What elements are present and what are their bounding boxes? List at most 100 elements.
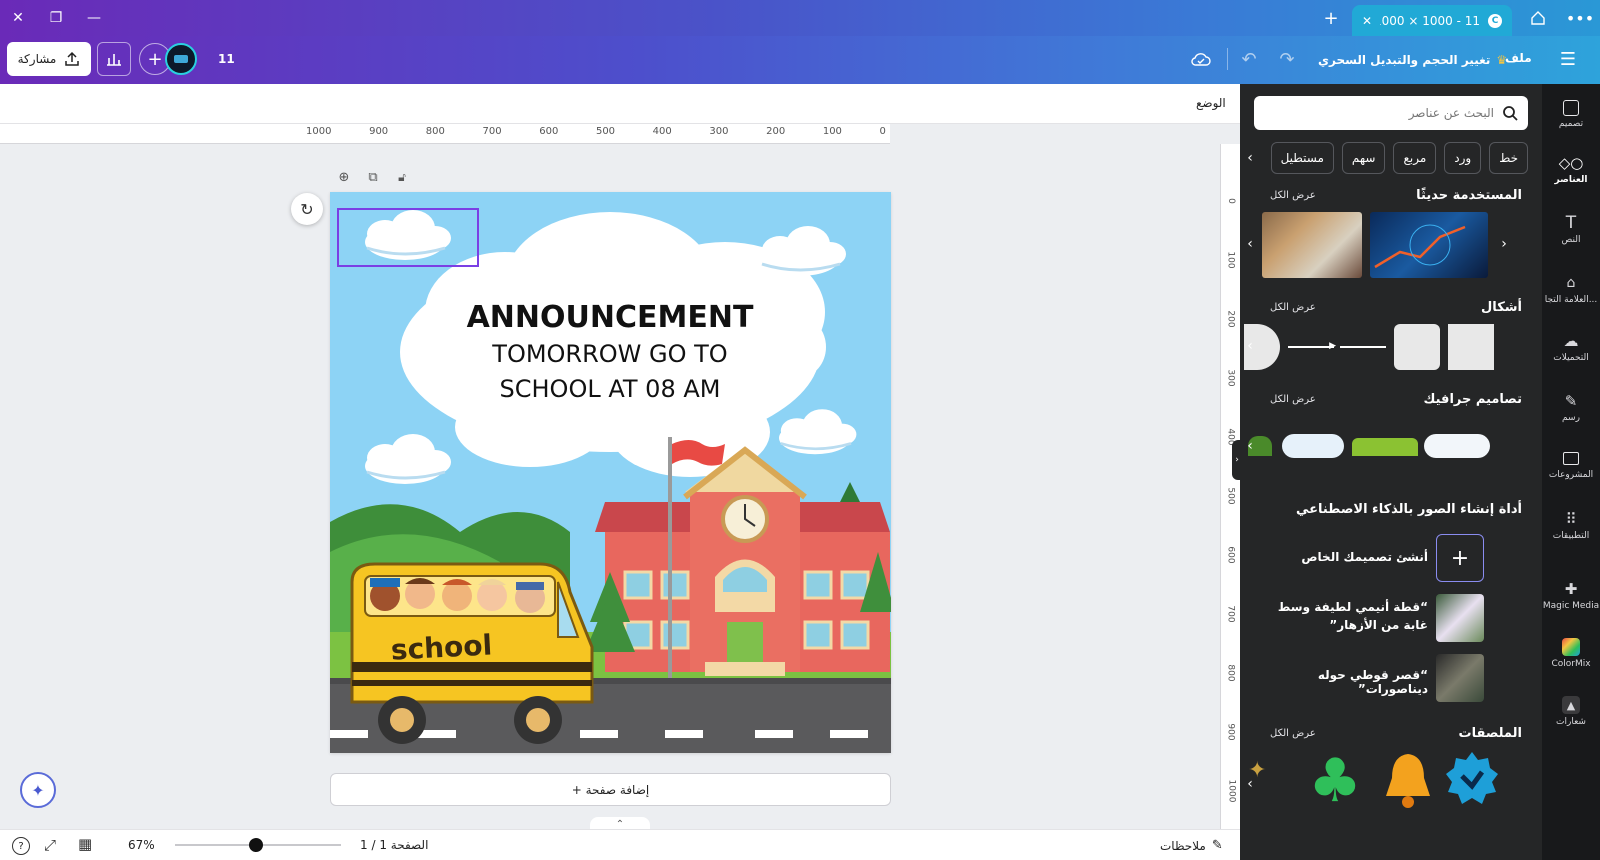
rail-item-design[interactable]: تصميم [1542,100,1600,129]
chip-arrow[interactable]: سهم [1341,142,1386,174]
close-window-icon[interactable]: ✕ [0,0,36,36]
see-all-shapes[interactable]: عرض الكل [1270,302,1316,313]
minimize-window-icon[interactable]: — [76,0,112,36]
home-icon[interactable] [1520,0,1556,36]
duplicate-page-icon[interactable]: ⧉ [364,168,382,186]
active-tab[interactable]: C 11 - 1000 × 1000 بي... ✕ [1352,5,1512,36]
graphic-cloud-1[interactable] [1282,434,1344,458]
rail-item-logos[interactable]: ▲ شعارات [1542,696,1600,727]
rail-item-uploads[interactable]: ☁ التحميلات [1542,332,1600,363]
rail-item-magic-media[interactable]: ✚ Magic Media [1542,580,1600,611]
graphics-prev-icon[interactable]: ‹ [1240,434,1260,458]
rail-item-brand[interactable]: ⌂ العلامة التجا... [1542,274,1600,305]
shape-rounded-square[interactable] [1394,324,1440,370]
ruler-tick: 400 [652,126,672,137]
search-icon [1503,106,1518,121]
more-options-icon[interactable]: ••• [1562,0,1598,36]
recent-item-finance[interactable] [1370,212,1488,278]
rail-label: العلامة التجا... [1544,295,1598,305]
recent-prev-icon[interactable]: ‹ [1240,232,1260,256]
zoom-level[interactable]: 67% [128,838,155,852]
avatar[interactable] [165,43,197,75]
sticker-clover[interactable]: ♣ [1300,746,1370,816]
fullscreen-icon[interactable]: ⤢ [44,836,56,854]
see-all-graphics[interactable]: عرض الكل [1270,394,1316,405]
shape-square[interactable] [1448,324,1494,370]
layout-icon [1563,100,1579,116]
rail-item-draw[interactable]: ✎ رسم [1542,392,1600,423]
ai-prompt-1[interactable]: “قطة أنيمي لطيفة وسط غابة من الأزهار” [1260,598,1428,634]
insights-button[interactable] [97,42,131,76]
collapse-panel-icon[interactable]: › [1232,440,1242,480]
chip-line[interactable]: خط [1489,142,1528,174]
ruler-tick: 500 [1226,487,1236,505]
ai-prompt-1-thumb[interactable] [1436,594,1484,642]
share-button[interactable]: مشاركة [7,42,91,76]
design-canvas[interactable]: ANNOUNCEMENT TOMORROW GO TO SCHOOL AT 08… [330,192,891,753]
chip-square[interactable]: مربع [1393,142,1437,174]
main-menu-icon[interactable]: ☰ [1556,47,1580,71]
rail-item-text[interactable]: T النص [1542,214,1600,245]
ai-prompt-2-thumb[interactable] [1436,654,1484,702]
rail-item-apps[interactable]: ⠿ التطبيقات [1542,510,1600,541]
see-all-stickers[interactable]: عرض الكل [1270,728,1316,739]
see-all-recent[interactable]: عرض الكل [1270,190,1316,201]
cloud-saved-icon[interactable] [1188,46,1214,72]
rail-item-projects[interactable]: المشروعات [1542,450,1600,480]
horizontal-ruler: 1000 900 800 700 600 500 400 300 200 100… [0,124,890,144]
ai-prompt-2[interactable]: “قصر قوطي حوله ديناصورات” [1260,668,1428,696]
chips-next-icon[interactable]: ‹ [1240,146,1260,170]
grid-view-icon[interactable]: ▦ [78,835,92,853]
ruler-tick: 300 [1226,369,1236,387]
rail-item-colormix[interactable]: ColorMix [1542,638,1600,669]
stickers-section-header: الملصقات عرض الكل [1240,726,1542,746]
recent-next-icon[interactable]: › [1494,232,1514,256]
sticker-bell[interactable] [1380,748,1436,810]
editor-footer: ? ⤢ ▦ 67% الصفحة 1 / 1 ملاحظات ✎ [0,829,1240,860]
cloud-decoration [758,224,848,278]
shape-arrow[interactable]: ▶ [1288,341,1336,351]
text-icon: T [1565,214,1577,233]
graphic-grass[interactable] [1352,438,1418,456]
sticker-badge[interactable] [1444,750,1500,806]
browser-tab-bar: ✕ ❐ — + C 11 - 1000 × 1000 بي... ✕ ••• [0,0,1600,36]
add-note-icon[interactable]: ⊕ [335,168,353,186]
ai-create-label[interactable]: أنشئ تصميمك الخاص [1260,550,1428,564]
chip-rectangle[interactable]: مستطيل [1270,142,1334,174]
zoom-slider-thumb[interactable] [249,838,264,852]
rail-item-elements[interactable]: ◇○ العناصر [1542,154,1600,185]
restore-window-icon[interactable]: ❐ [38,0,74,36]
rotate-icon[interactable]: ↻ [291,193,323,225]
graphic-cloud-2[interactable] [1424,434,1490,458]
search-input[interactable] [1264,106,1494,120]
notes-button[interactable]: ملاحظات ✎ [1160,838,1223,853]
chip-flower[interactable]: ورد [1444,142,1482,174]
announcement-line-2[interactable]: SCHOOL AT 08 AM [500,375,721,403]
shapes-prev-icon[interactable]: ‹ [1240,334,1260,358]
search-box[interactable] [1254,96,1528,130]
redo-icon[interactable]: ↷ [1274,46,1300,72]
add-page-button[interactable]: + إضافة صفحة [330,773,891,806]
lock-icon[interactable]: 🔓︎ [393,168,411,186]
recent-item-magazine[interactable] [1262,212,1362,278]
page-indicator[interactable]: الصفحة 1 / 1 [360,838,428,852]
close-tab-icon[interactable]: ✕ [1362,14,1372,28]
help-icon[interactable]: ? [12,837,30,855]
undo-icon[interactable]: ↶ [1236,46,1262,72]
announcement-heading[interactable]: ANNOUNCEMENT [467,300,754,335]
rail-label: تصميم [1558,119,1584,129]
shapes-section-header: أشكال عرض الكل [1240,300,1542,320]
ai-create-button[interactable]: + [1436,534,1484,582]
apps-grid-icon: ⠿ [1565,510,1577,528]
stickers-prev-icon[interactable]: ‹ [1240,772,1260,796]
ruler-tick: 200 [1226,310,1236,328]
announcement-line-1[interactable]: TOMORROW GO TO [491,340,727,368]
zoom-slider-track[interactable] [175,838,341,852]
new-tab-icon[interactable]: + [1313,0,1349,36]
position-button[interactable]: الوضع [1196,96,1226,110]
magic-resize-button[interactable]: ♛ تغيير الحجم والتبديل السحري [1318,50,1507,70]
school-building [595,446,890,676]
file-menu[interactable]: ملف [1505,51,1532,65]
shape-line[interactable] [1340,346,1386,348]
magic-assistant-icon[interactable]: ✦ [20,772,56,808]
